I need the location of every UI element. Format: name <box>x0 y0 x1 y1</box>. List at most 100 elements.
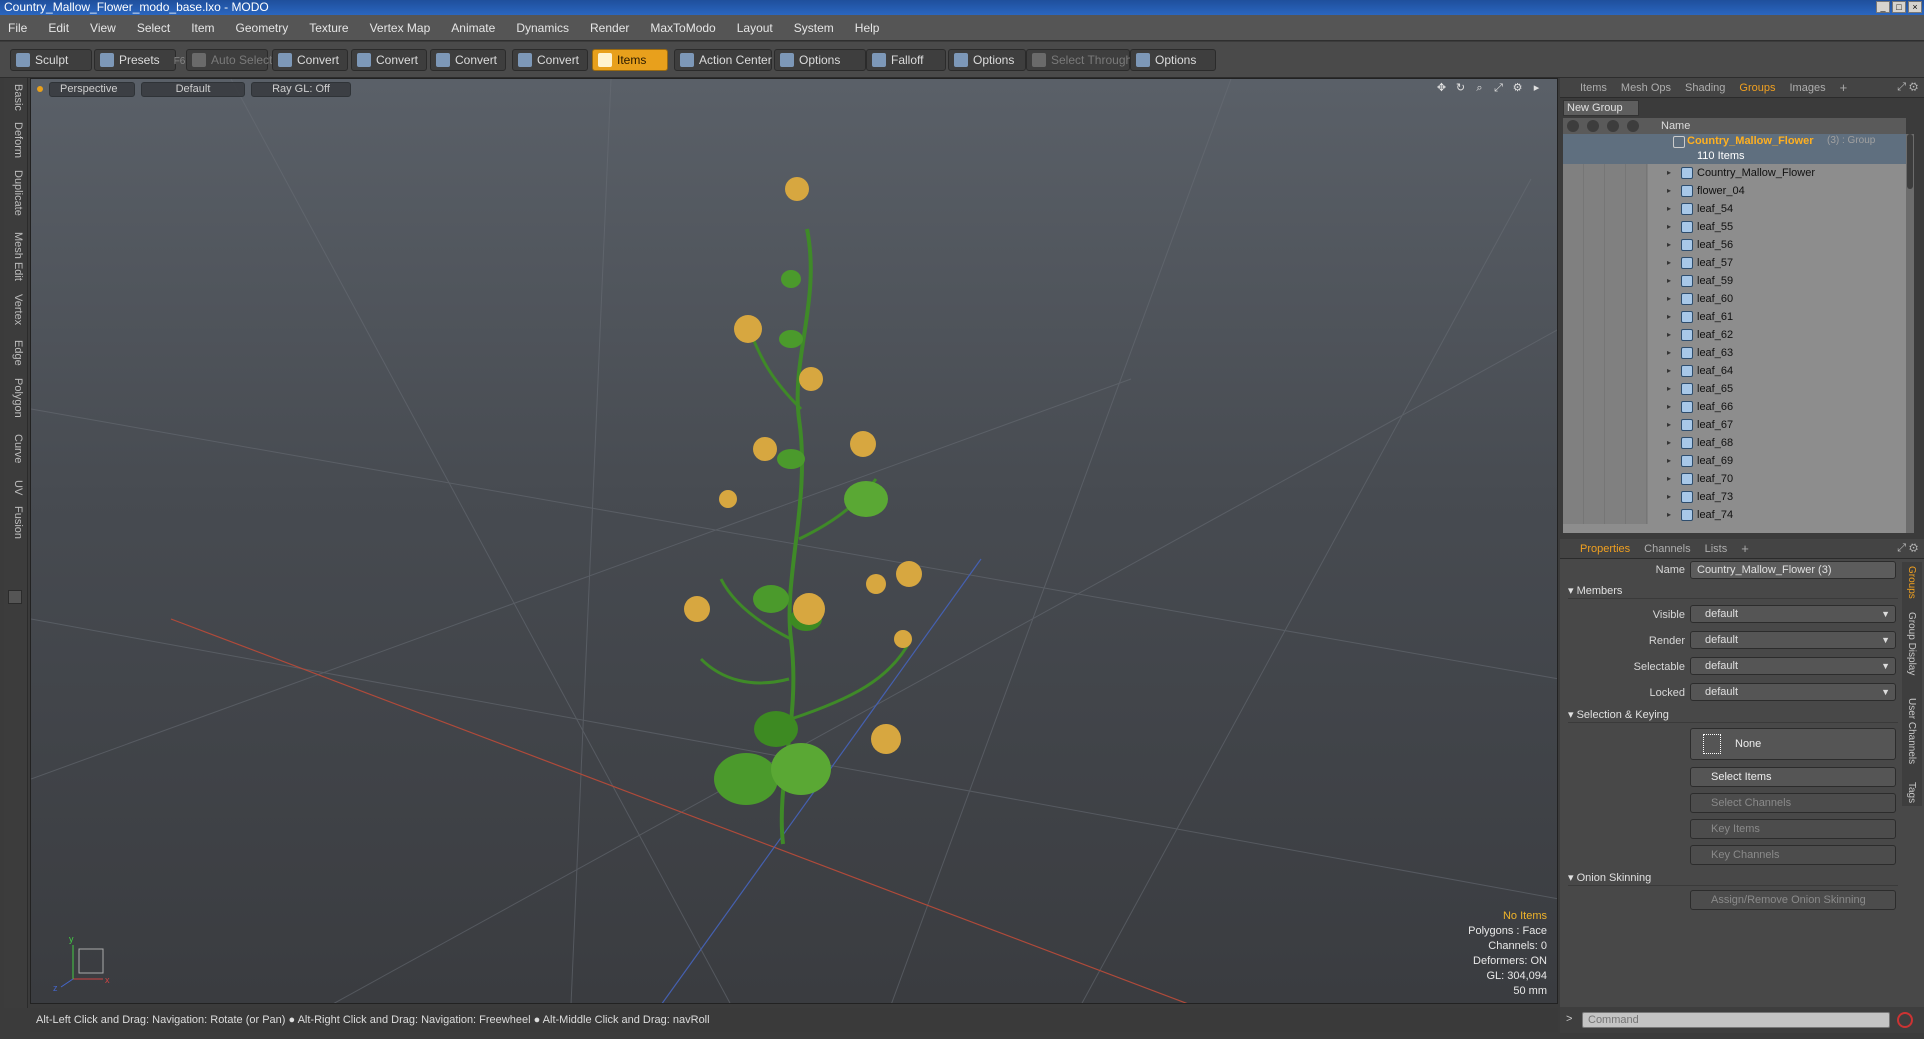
select-items-button[interactable]: Select Items <box>1690 767 1896 787</box>
list-item[interactable]: ▸ leaf_65 <box>1563 380 1906 398</box>
options-button-3[interactable]: Options <box>1130 49 1216 71</box>
fit-icon[interactable]: ⤢ <box>1492 82 1505 95</box>
locked-select[interactable]: default ▼ <box>1690 683 1896 701</box>
tab-vertex[interactable]: Vertex <box>8 294 24 325</box>
menu-view[interactable]: View <box>90 21 116 35</box>
list-item[interactable]: ▸ leaf_64 <box>1563 362 1906 380</box>
tab-curve[interactable]: Curve <box>8 434 24 463</box>
options-button-2[interactable]: Options <box>948 49 1026 71</box>
list-item[interactable]: ▸ leaf_73 <box>1563 488 1906 506</box>
list-item[interactable]: ▸ Country_Mallow_Flower <box>1563 164 1906 182</box>
menu-layout[interactable]: Layout <box>737 21 773 35</box>
select-through-button[interactable]: Select Through <box>1026 49 1132 71</box>
list-item[interactable]: ▸ leaf_59 <box>1563 272 1906 290</box>
more-icon[interactable]: ▸ <box>1530 82 1543 95</box>
list-item[interactable]: ▸ leaf_67 <box>1563 416 1906 434</box>
none-button[interactable]: None <box>1690 728 1896 760</box>
side-tab-tags[interactable]: Tags <box>1906 782 1917 803</box>
action-center-button[interactable]: Action Center <box>674 49 772 71</box>
tab-fusion[interactable]: Fusion <box>8 506 24 539</box>
rotate-icon[interactable]: ↻ <box>1454 82 1467 95</box>
view-type-button[interactable]: Perspective <box>49 81 135 97</box>
options-button-1[interactable]: Options <box>774 49 866 71</box>
lock-icon[interactable] <box>1627 120 1639 132</box>
presets-button[interactable]: Presets F6 <box>94 49 185 71</box>
items-mode-button[interactable]: Items <box>592 49 668 71</box>
select-channels-button[interactable]: Select Channels <box>1690 793 1896 813</box>
key-channels-button[interactable]: Key Channels <box>1690 845 1896 865</box>
menu-help[interactable]: Help <box>855 21 880 35</box>
list-item[interactable]: ▸ leaf_68 <box>1563 434 1906 452</box>
tab-groups[interactable]: Groups <box>1739 82 1775 94</box>
3d-viewport[interactable]: x y z Perspective Default Ray GL: Off ✥ … <box>30 78 1558 1004</box>
tab-items[interactable]: Items <box>1580 82 1607 94</box>
tree-scrollbar[interactable] <box>1906 134 1914 533</box>
menu-maxtomodo[interactable]: MaxToModo <box>650 21 715 35</box>
side-tab-user-channels[interactable]: User Channels <box>1906 698 1917 764</box>
group-row[interactable]: Country_Mallow_Flower (3) : Group 110 It… <box>1563 134 1906 164</box>
command-input[interactable] <box>1582 1012 1890 1028</box>
convert-button-4[interactable]: Convert <box>512 49 588 71</box>
raygl-button[interactable]: Ray GL: Off <box>251 81 351 97</box>
shading-mode-button[interactable]: Default <box>141 81 245 97</box>
visible-select[interactable]: default ▼ <box>1690 605 1896 623</box>
scroll-thumb[interactable] <box>1907 134 1913 189</box>
menu-system[interactable]: System <box>794 21 834 35</box>
panel-expand-icon[interactable]: ⤢ ⚙ <box>1897 542 1918 555</box>
convert-button-1[interactable]: Convert <box>272 49 348 71</box>
menu-texture[interactable]: Texture <box>309 21 348 35</box>
list-item[interactable]: ▸ leaf_60 <box>1563 290 1906 308</box>
menu-dynamics[interactable]: Dynamics <box>516 21 569 35</box>
list-item[interactable]: ▸ leaf_70 <box>1563 470 1906 488</box>
name-field[interactable]: Country_Mallow_Flower (3) <box>1690 561 1896 579</box>
tab-lists[interactable]: Lists <box>1705 543 1728 555</box>
menu-item[interactable]: Item <box>191 21 214 35</box>
list-item[interactable]: ▸ leaf_66 <box>1563 398 1906 416</box>
onion-skinning-section[interactable]: ▾ Onion Skinning <box>1568 870 1898 886</box>
panel-expand-icon[interactable]: ⤢ ⚙ <box>1897 81 1918 94</box>
maximize-icon[interactable]: □ <box>1892 1 1906 13</box>
list-item[interactable]: ▸ leaf_74 <box>1563 506 1906 524</box>
side-tab-group-display[interactable]: Group Display <box>1906 612 1917 675</box>
visibility-icon[interactable] <box>1567 120 1579 132</box>
render-select[interactable]: default ▼ <box>1690 631 1896 649</box>
list-item[interactable]: ▸ leaf_63 <box>1563 344 1906 362</box>
list-item[interactable]: ▸ leaf_62 <box>1563 326 1906 344</box>
list-item[interactable]: ▸ leaf_61 <box>1563 308 1906 326</box>
members-section[interactable]: ▾ Members <box>1568 583 1898 599</box>
assign-onion-button[interactable]: Assign/Remove Onion Skinning <box>1690 890 1896 910</box>
tab-shading[interactable]: Shading <box>1685 82 1725 94</box>
key-items-button[interactable]: Key Items <box>1690 819 1896 839</box>
command-history-icon[interactable] <box>1897 1012 1913 1028</box>
list-item[interactable]: ▸ leaf_56 <box>1563 236 1906 254</box>
list-item[interactable]: ▸ leaf_69 <box>1563 452 1906 470</box>
tab-deform[interactable]: Deform <box>8 122 24 158</box>
tab-channels[interactable]: Channels <box>1644 543 1690 555</box>
tab-properties[interactable]: Properties <box>1580 543 1630 555</box>
add-tab-icon[interactable]: + <box>1840 80 1848 95</box>
close-icon[interactable]: × <box>1908 1 1922 13</box>
list-item[interactable]: ▸ flower_04 <box>1563 182 1906 200</box>
list-item[interactable]: ▸ leaf_54 <box>1563 200 1906 218</box>
list-item[interactable]: ▸ leaf_55 <box>1563 218 1906 236</box>
new-group-button[interactable]: New Group <box>1563 100 1639 116</box>
menu-file[interactable]: File <box>8 21 27 35</box>
convert-button-2[interactable]: Convert <box>351 49 427 71</box>
menu-vertex-map[interactable]: Vertex Map <box>370 21 431 35</box>
pan-icon[interactable]: ✥ <box>1435 82 1448 95</box>
zoom-icon[interactable]: ⌕ <box>1473 82 1486 95</box>
selectable-select[interactable]: default ▼ <box>1690 657 1896 675</box>
add-tab-icon[interactable]: + <box>1741 541 1749 556</box>
menu-select[interactable]: Select <box>137 21 170 35</box>
menu-render[interactable]: Render <box>590 21 629 35</box>
menu-geometry[interactable]: Geometry <box>236 21 289 35</box>
gear-icon[interactable]: ⚙ <box>1511 82 1524 95</box>
sidebar-toggle-icon[interactable] <box>8 590 22 604</box>
sculpt-button[interactable]: Sculpt <box>10 49 92 71</box>
select-icon[interactable] <box>1607 120 1619 132</box>
tab-mesh-ops[interactable]: Mesh Ops <box>1621 82 1671 94</box>
tab-edge[interactable]: Edge <box>8 340 24 366</box>
selection-keying-section[interactable]: ▾ Selection & Keying <box>1568 707 1898 723</box>
tab-duplicate[interactable]: Duplicate <box>8 170 24 216</box>
side-tab-groups[interactable]: Groups <box>1906 566 1917 599</box>
